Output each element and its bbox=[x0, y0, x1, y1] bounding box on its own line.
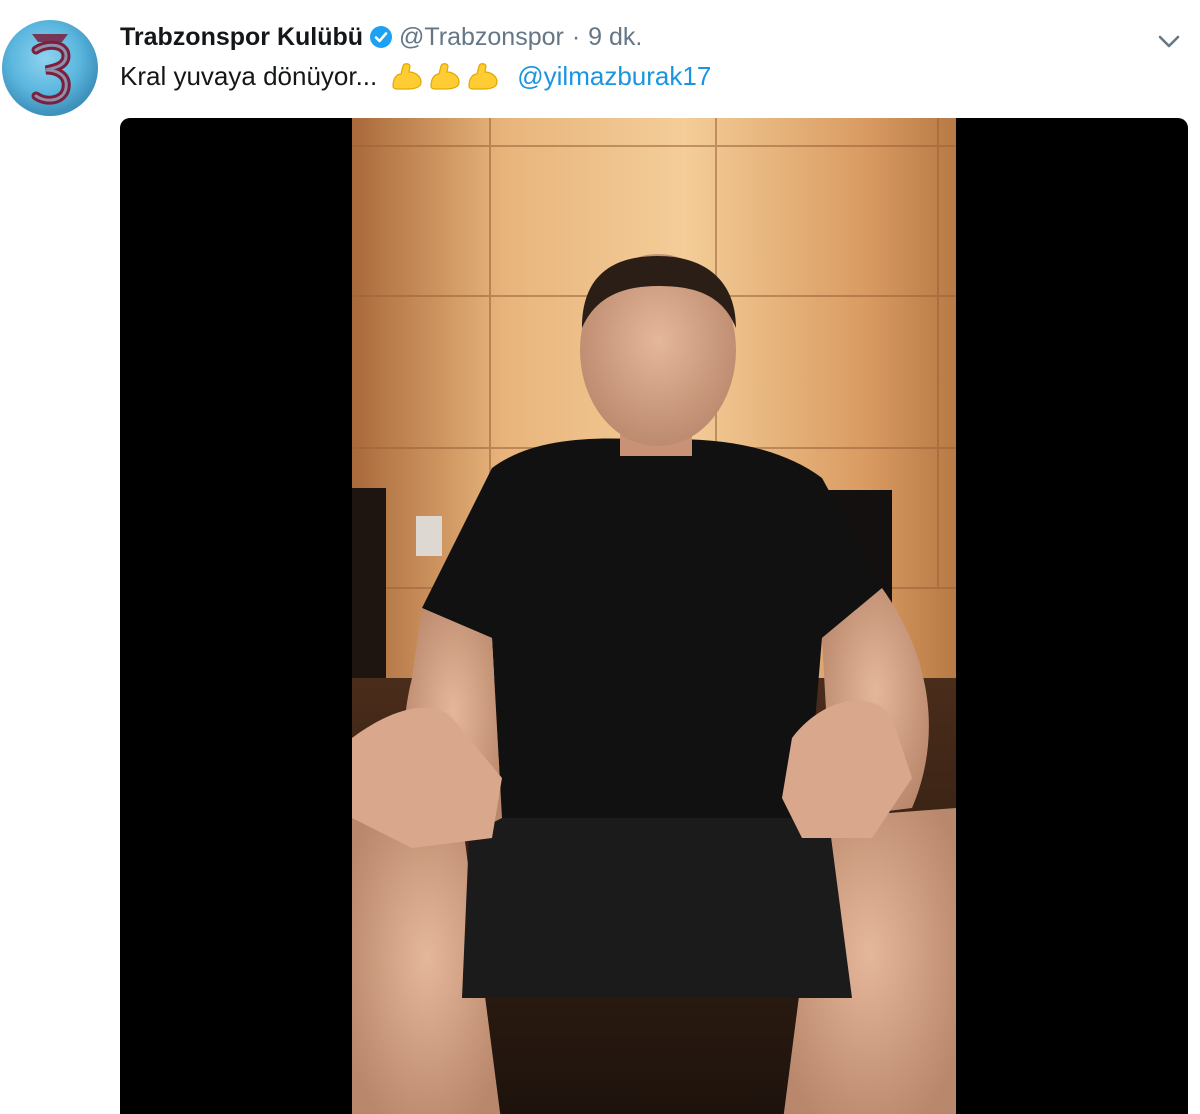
tweet-header: Trabzonspor Kulübü @Trabzonspor · 9 dk. bbox=[120, 20, 642, 54]
tweet[interactable]: Trabzonspor Kulübü @Trabzonspor · 9 dk. … bbox=[0, 0, 1200, 1114]
club-logo-icon bbox=[31, 34, 71, 105]
handle[interactable]: @Trabzonspor bbox=[399, 23, 564, 52]
avatar[interactable] bbox=[2, 20, 98, 116]
video-frame[interactable] bbox=[352, 118, 956, 1114]
timestamp[interactable]: 9 dk. bbox=[588, 23, 642, 52]
separator-dot: · bbox=[571, 22, 581, 51]
flexed-biceps-icon bbox=[392, 63, 422, 90]
chevron-down-icon[interactable] bbox=[1154, 26, 1184, 56]
emoji-group bbox=[389, 60, 501, 92]
video-player[interactable] bbox=[120, 118, 1188, 1114]
mention-link[interactable]: @yilmazburak17 bbox=[517, 61, 711, 92]
flexed-biceps-icon bbox=[468, 63, 498, 90]
tweet-text: Kral yuvaya dönüyor... @yilmazburak17 bbox=[120, 58, 711, 94]
flexed-biceps-icon bbox=[430, 63, 460, 90]
video-still bbox=[352, 118, 956, 1114]
display-name[interactable]: Trabzonspor Kulübü bbox=[120, 23, 363, 52]
tweet-body: Kral yuvaya dönüyor... bbox=[120, 60, 378, 91]
verified-badge-icon bbox=[369, 25, 393, 49]
